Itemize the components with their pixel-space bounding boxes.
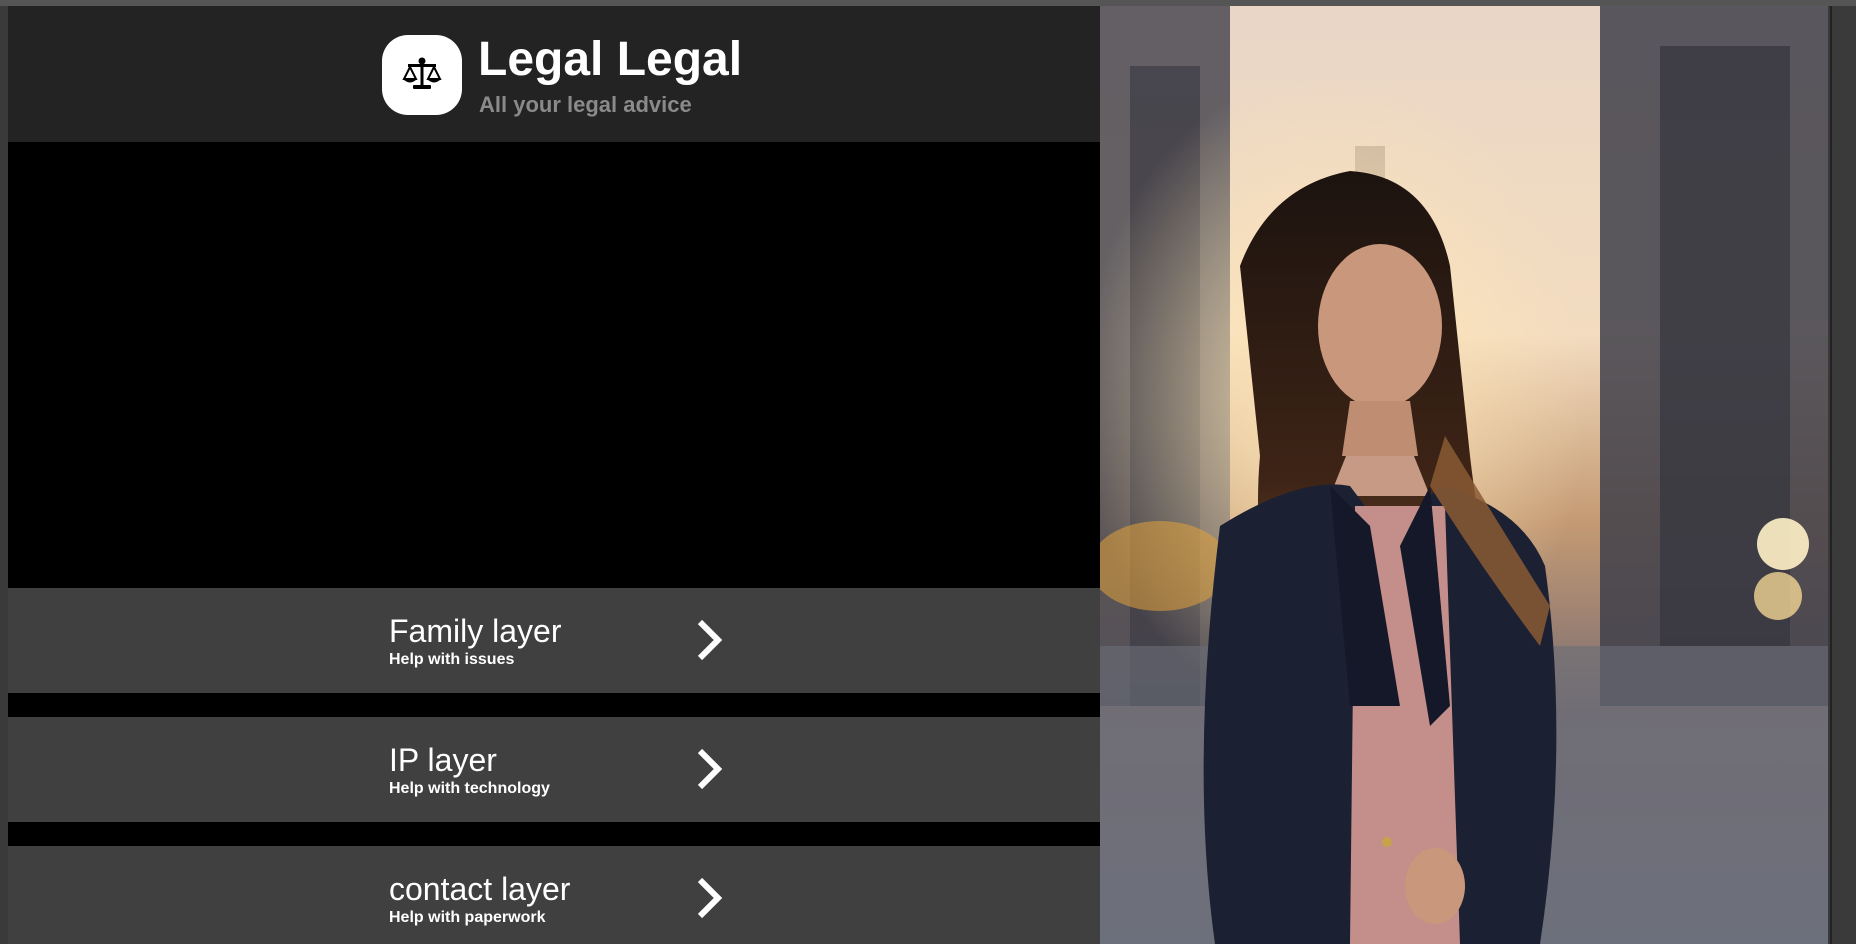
menu-item-subtitle: Help with issues (389, 651, 515, 668)
hero-photo (1100, 6, 1828, 944)
window-right-border (1830, 6, 1832, 944)
left-panel: Legal Legal All your legal advice Family… (8, 6, 1100, 944)
chevron-right-icon (697, 877, 723, 919)
menu-item-family[interactable]: Family layer Help with issues (8, 588, 1100, 693)
chevron-right-icon (697, 748, 723, 790)
app-header: Legal Legal All your legal advice (8, 6, 1100, 142)
menu-item-title: Family layer (389, 613, 562, 649)
menu-item-ip[interactable]: IP layer Help with technology (8, 717, 1100, 822)
window-right-edge (1828, 6, 1856, 944)
app-subtitle: All your legal advice (479, 92, 692, 117)
chevron-right-icon (697, 619, 723, 661)
menu-item-contact[interactable]: contact layer Help with paperwork (8, 846, 1100, 944)
app-title: Legal Legal (478, 33, 743, 86)
menu-item-subtitle: Help with technology (389, 780, 550, 797)
scales-of-justice-icon (402, 57, 442, 89)
menu-item-title: contact layer (389, 871, 571, 907)
menu-item-subtitle: Help with paperwork (389, 909, 546, 926)
hero-banner (8, 142, 1100, 588)
logo-badge[interactable] (382, 35, 462, 115)
menu-item-title: IP layer (389, 742, 497, 778)
portrait-photo (1100, 6, 1828, 944)
